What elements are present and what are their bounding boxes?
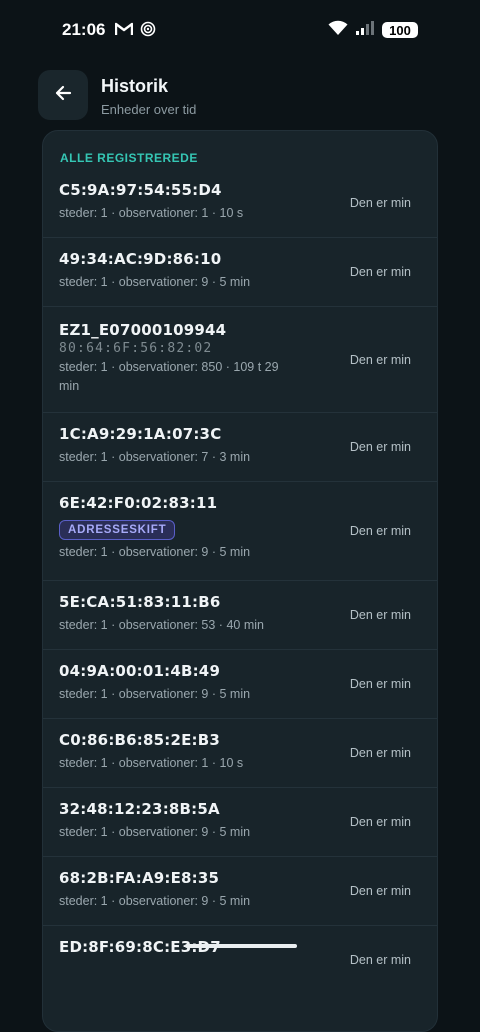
device-row[interactable]: 68:2B:FA:A9:E8:35 steder: 1 · observatio… bbox=[43, 856, 437, 925]
device-name: 6E:42:F0:02:83:11 bbox=[59, 494, 218, 512]
page-title: Historik bbox=[101, 76, 169, 96]
claim-button[interactable]: Den er min bbox=[350, 815, 411, 829]
status-bar: 21:06 100 bbox=[0, 0, 480, 60]
claim-button[interactable]: Den er min bbox=[350, 884, 411, 898]
device-stats: steder: 1 · observationer: 9 · 5 min bbox=[59, 825, 251, 839]
device-name: 04:9A:00:01:4B:49 bbox=[59, 662, 221, 680]
hotspot-icon bbox=[140, 21, 156, 42]
claim-button[interactable]: Den er min bbox=[350, 608, 411, 622]
device-row[interactable]: EZ1_E07000109944 80:64:6F:56:82:02 stede… bbox=[43, 306, 437, 412]
claim-button[interactable]: Den er min bbox=[350, 440, 411, 454]
device-name: 5E:CA:51:83:11:B6 bbox=[59, 593, 221, 611]
device-stats: steder: 1 · observationer: 9 · 5 min bbox=[59, 687, 251, 701]
device-name: C5:9A:97:54:55:D4 bbox=[59, 181, 222, 199]
device-name: 68:2B:FA:A9:E8:35 bbox=[59, 869, 220, 887]
signal-icon bbox=[355, 20, 375, 41]
device-list-card: ALLE REGISTREREDE C5:9A:97:54:55:D4 sted… bbox=[42, 130, 438, 1032]
device-row[interactable]: C5:9A:97:54:55:D4 steder: 1 · observatio… bbox=[43, 169, 437, 237]
battery-indicator: 100 bbox=[382, 22, 418, 38]
device-name: 49:34:AC:9D:86:10 bbox=[59, 250, 222, 268]
wifi-icon bbox=[328, 20, 348, 41]
device-name: 1C:A9:29:1A:07:3C bbox=[59, 425, 222, 443]
claim-button[interactable]: Den er min bbox=[350, 677, 411, 691]
claim-button[interactable]: Den er min bbox=[350, 265, 411, 279]
device-stats: steder: 1 · observationer: 9 · 5 min bbox=[59, 894, 251, 908]
device-mac: 80:64:6F:56:82:02 bbox=[59, 341, 213, 356]
device-row[interactable]: 49:34:AC:9D:86:10 steder: 1 · observatio… bbox=[43, 237, 437, 306]
device-row[interactable]: 1C:A9:29:1A:07:3C steder: 1 · observatio… bbox=[43, 412, 437, 481]
gmail-icon bbox=[114, 21, 134, 42]
claim-button[interactable]: Den er min bbox=[350, 524, 411, 538]
device-name: 32:48:12:23:8B:5A bbox=[59, 800, 220, 818]
page-header: Historik Enheder over tid bbox=[38, 70, 438, 120]
arrow-left-icon bbox=[53, 83, 73, 108]
device-stats: steder: 1 · observationer: 7 · 3 min bbox=[59, 450, 251, 464]
device-stats: steder: 1 · observationer: 1 · 10 s bbox=[59, 206, 244, 220]
device-stats: steder: 1 · observationer: 53 · 40 min bbox=[59, 618, 264, 632]
device-row[interactable]: 04:9A:00:01:4B:49 steder: 1 · observatio… bbox=[43, 649, 437, 718]
back-button[interactable] bbox=[38, 70, 88, 120]
device-stats: steder: 1 · observationer: 1 · 10 s bbox=[59, 756, 244, 770]
page-subtitle: Enheder over tid bbox=[101, 102, 197, 117]
device-row[interactable]: 5E:CA:51:83:11:B6 steder: 1 · observatio… bbox=[43, 580, 437, 649]
device-row[interactable]: 32:48:12:23:8B:5A steder: 1 · observatio… bbox=[43, 787, 437, 856]
device-row[interactable]: 6E:42:F0:02:83:11 ADRESSESKIFT steder: 1… bbox=[43, 481, 437, 580]
device-name: EZ1_E07000109944 bbox=[59, 321, 227, 339]
claim-button[interactable]: Den er min bbox=[350, 353, 411, 367]
home-indicator[interactable] bbox=[185, 944, 297, 948]
claim-button[interactable]: Den er min bbox=[350, 746, 411, 760]
claim-button[interactable]: Den er min bbox=[350, 196, 411, 210]
device-stats: steder: 1 · observationer: 850 · 109 t 2… bbox=[59, 360, 279, 393]
device-stats: steder: 1 · observationer: 9 · 5 min bbox=[59, 545, 251, 559]
device-stats: steder: 1 · observationer: 9 · 5 min bbox=[59, 275, 251, 289]
claim-button[interactable]: Den er min bbox=[350, 953, 411, 967]
section-label: ALLE REGISTREREDE bbox=[60, 151, 198, 165]
address-change-badge: ADRESSESKIFT bbox=[59, 520, 176, 540]
device-list: C5:9A:97:54:55:D4 steder: 1 · observatio… bbox=[43, 169, 437, 994]
status-time: 21:06 bbox=[62, 20, 106, 39]
device-name: C0:86:B6:85:2E:B3 bbox=[59, 731, 221, 749]
device-row[interactable]: C0:86:B6:85:2E:B3 steder: 1 · observatio… bbox=[43, 718, 437, 787]
